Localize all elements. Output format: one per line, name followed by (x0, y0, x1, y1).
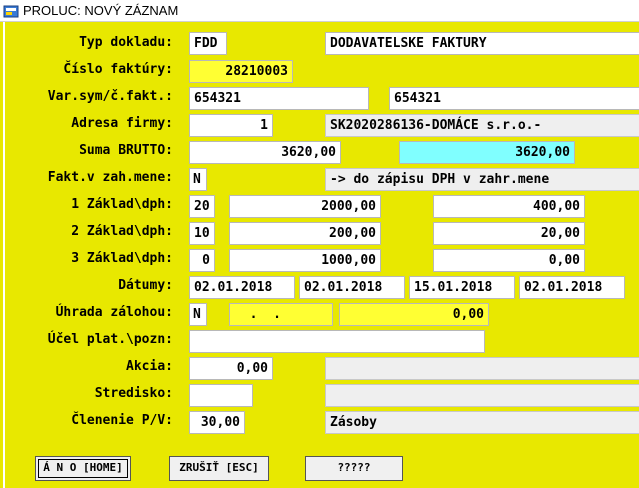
help-button[interactable]: ????? (305, 456, 403, 481)
akcia-field[interactable]: 0,00 (189, 357, 273, 380)
label-typ-dokladu: Typ dokladu: (79, 35, 173, 50)
clenenie-description: Zásoby (325, 411, 639, 434)
dph2-sadzba-field[interactable]: 10 (189, 222, 215, 245)
dph3-zaklad-field[interactable]: 1000,00 (229, 249, 381, 272)
dph2-zaklad-field[interactable]: 200,00 (229, 222, 381, 245)
dph2-dan-field[interactable]: 20,00 (433, 222, 585, 245)
ano-home-button[interactable]: Á N O [HOME] (35, 456, 131, 481)
title-bar: PROLUC: NOVÝ ZÁZNAM (0, 0, 639, 22)
label-suma-brutto: Suma BRUTTO: (79, 143, 173, 158)
akcia-description (325, 357, 639, 380)
typ-dokladu-field[interactable]: FDD (189, 32, 227, 55)
dph3-dan-field[interactable]: 0,00 (433, 249, 585, 272)
dph1-zaklad-field[interactable]: 2000,00 (229, 195, 381, 218)
app-icon (3, 5, 19, 18)
label-ucel-plat: Účel plat.\pozn: (47, 332, 173, 347)
suma-brutto-field[interactable]: 3620,00 (189, 141, 341, 164)
clenenie-field[interactable]: 30,00 (189, 411, 245, 434)
stredisko-description (325, 384, 639, 407)
dph1-sadzba-field[interactable]: 20 (189, 195, 215, 218)
adresa-nazov-field: SK2020286136-DOMÁCE s.r.o.- (325, 114, 639, 137)
typ-dokladu-description: DODAVATELSKE FAKTURY (325, 32, 639, 55)
form-panel: Typ dokladu: FDD DODAVATELSKE FAKTURY Čí… (3, 22, 639, 488)
zah-mena-description: -> do zápisu DPH v zahr.mene (325, 168, 639, 191)
uhrada-suma-field[interactable]: 0,00 (339, 303, 489, 326)
var-sym-field[interactable]: 654321 (189, 87, 369, 110)
datum-2-field[interactable]: 02.01.2018 (299, 276, 405, 299)
suma-brutto-calc-field: 3620,00 (399, 141, 575, 164)
label-uhrada-zalohou: Úhrada zálohou: (55, 305, 173, 320)
label-zaklad-2: 2 Základ\dph: (71, 224, 173, 239)
label-var-sym: Var.sym/č.fakt.: (47, 89, 173, 104)
label-datumy: Dátumy: (118, 278, 173, 293)
label-akcia: Akcia: (126, 359, 173, 374)
dph3-sadzba-field[interactable]: 0 (189, 249, 215, 272)
datum-3-field[interactable]: 15.01.2018 (409, 276, 515, 299)
adresa-cislo-field[interactable]: 1 (189, 114, 273, 137)
window-title: PROLUC: NOVÝ ZÁZNAM (23, 3, 179, 18)
zrusit-esc-button[interactable]: ZRUŠIŤ [ESC] (169, 456, 269, 481)
datum-4-field[interactable]: 02.01.2018 (519, 276, 625, 299)
dph1-dan-field[interactable]: 400,00 (433, 195, 585, 218)
label-stredisko: Stredisko: (94, 386, 173, 401)
uhrada-datum-field[interactable]: . . (229, 303, 333, 326)
stredisko-field[interactable] (189, 384, 253, 407)
ucel-plat-field[interactable] (189, 330, 485, 353)
cislo-faktury-field[interactable]: 28210003 (189, 60, 293, 83)
label-cislo-faktury: Číslo faktúry: (63, 62, 173, 77)
label-zaklad-1: 1 Základ\dph: (71, 197, 173, 212)
zah-mena-field[interactable]: N (189, 168, 207, 191)
label-clenenie: Členenie P/V: (71, 413, 173, 428)
label-adresa-firmy: Adresa firmy: (71, 116, 173, 131)
cislo-fakt-field[interactable]: 654321 (389, 87, 639, 110)
datum-1-field[interactable]: 02.01.2018 (189, 276, 295, 299)
uhrada-flag-field[interactable]: N (189, 303, 207, 326)
label-fakt-zah-mene: Fakt.v zah.mene: (47, 170, 173, 185)
label-zaklad-3: 3 Základ\dph: (71, 251, 173, 266)
